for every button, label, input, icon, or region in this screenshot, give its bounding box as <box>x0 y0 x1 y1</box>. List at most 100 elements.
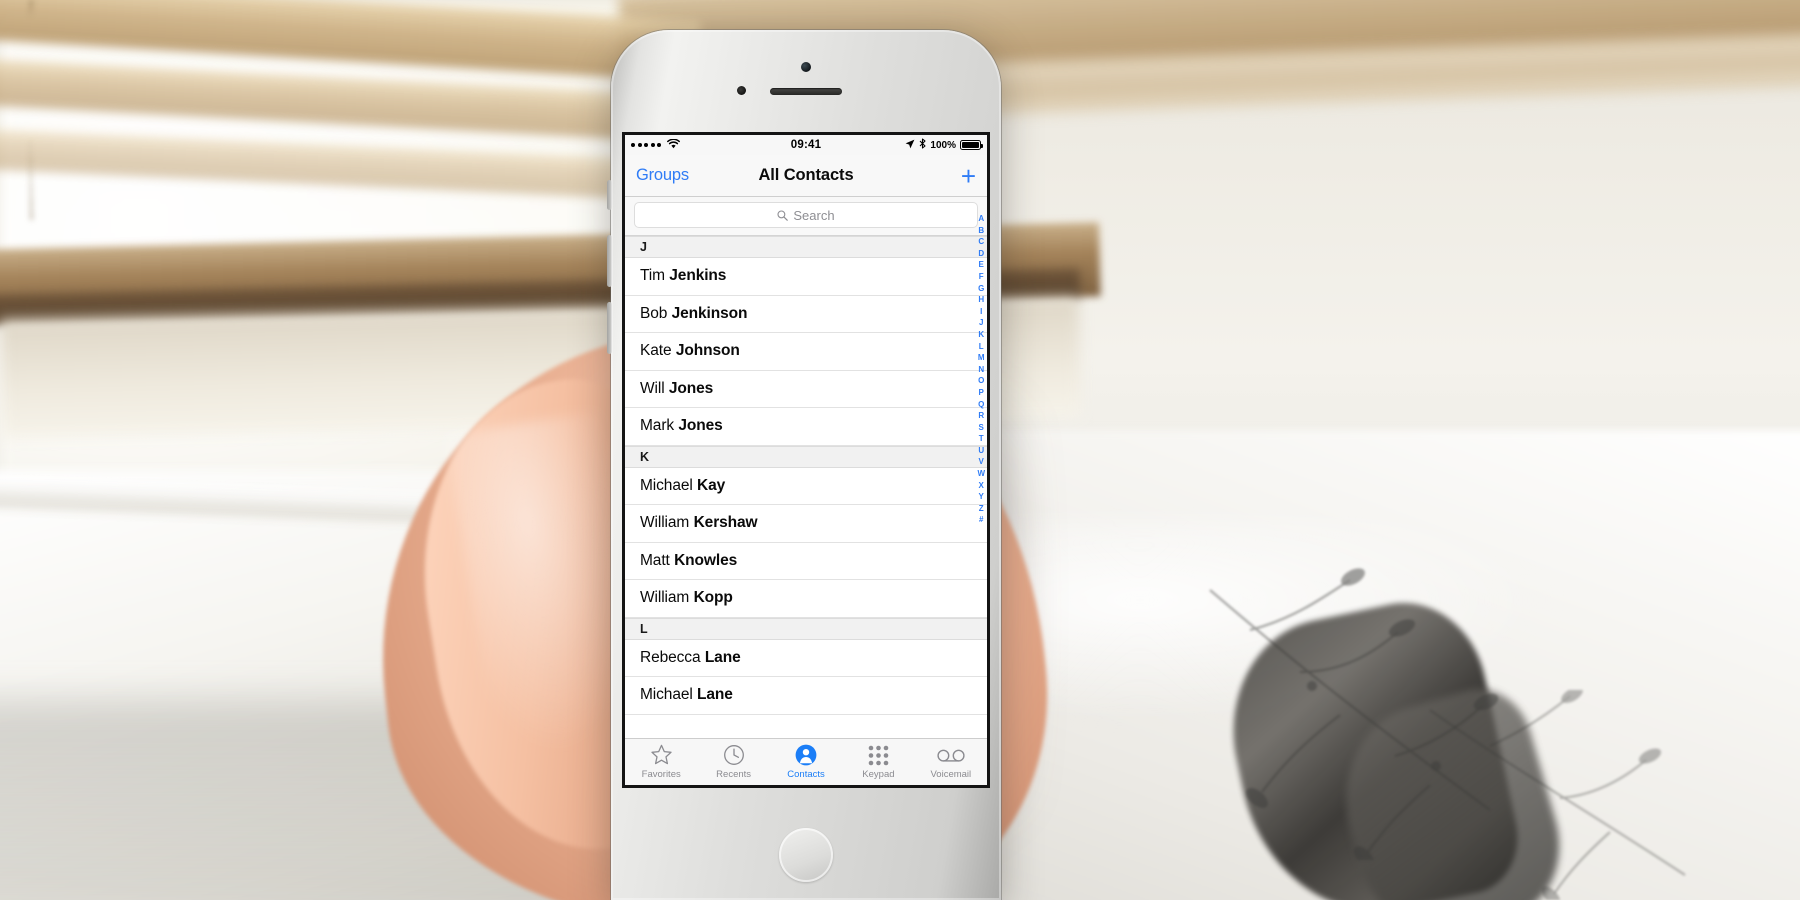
front-camera <box>801 62 811 72</box>
contact-last-name: Jenkins <box>669 267 727 285</box>
tab-label: Contacts <box>787 769 825 780</box>
index-letter[interactable]: W <box>977 468 985 480</box>
home-button[interactable] <box>779 828 833 882</box>
index-letter[interactable]: E <box>979 259 984 271</box>
section-header-label: K <box>640 449 650 464</box>
tab-label: Favorites <box>641 769 681 780</box>
index-letter[interactable]: L <box>979 341 984 353</box>
contact-row[interactable]: Rebecca Lane <box>625 640 987 677</box>
contact-row[interactable]: Matt Knowles <box>625 543 987 580</box>
section-header-label: J <box>640 240 647 254</box>
section-header: L <box>625 617 987 640</box>
tab-label: Voicemail <box>930 769 972 780</box>
index-letter[interactable]: Z <box>979 503 984 515</box>
contact-last-name: Jones <box>668 379 714 397</box>
contacts-list[interactable]: J Tim Jenkins Bob Jenkinson Kate Johnson Will Jo… <box>625 236 987 715</box>
contact-last-name: Kershaw <box>693 514 758 532</box>
index-letter[interactable]: P <box>979 387 984 399</box>
index-letter[interactable]: M <box>978 352 985 364</box>
search-placeholder: Search <box>793 207 835 223</box>
index-letter[interactable]: I <box>980 306 982 318</box>
contact-first-name: Matt <box>640 551 670 569</box>
index-letter[interactable]: Q <box>978 399 984 411</box>
tab-voicemail[interactable]: Voicemail <box>915 743 987 780</box>
index-letter[interactable]: J <box>979 317 983 329</box>
contact-last-name: Kay <box>697 476 726 494</box>
contact-row[interactable]: Mark Jones <box>625 408 987 446</box>
tab-label: Keypad <box>862 769 895 780</box>
index-letter[interactable]: H <box>978 294 984 306</box>
index-letter[interactable]: # <box>979 514 983 526</box>
contact-first-name: William <box>640 514 690 532</box>
contact-last-name: Johnson <box>675 342 740 360</box>
battery-icon <box>960 140 983 150</box>
tab-recents[interactable]: Recents <box>697 743 769 780</box>
index-letter[interactable]: K <box>978 329 984 341</box>
contact-first-name: Will <box>640 379 665 397</box>
contact-row[interactable]: Michael Lane <box>625 677 987 715</box>
index-letter[interactable]: U <box>978 445 984 457</box>
index-letter[interactable]: T <box>979 433 984 445</box>
index-letter[interactable]: R <box>978 410 984 422</box>
location-arrow-icon <box>905 139 915 152</box>
section-header: K <box>625 445 987 468</box>
battery-percent-label: 100% <box>930 139 956 151</box>
tab-label: Recents <box>716 769 752 780</box>
volume-up-button[interactable] <box>607 235 612 287</box>
contact-last-name: Jenkinson <box>671 304 748 322</box>
index-letter[interactable]: A <box>978 213 984 225</box>
tab-contacts[interactable]: Contacts <box>770 743 842 780</box>
keypad-icon <box>867 743 890 767</box>
index-letter[interactable]: O <box>978 375 984 387</box>
section-header-label: L <box>640 621 648 636</box>
contact-row[interactable]: Will Jones <box>625 371 987 408</box>
earpiece-speaker <box>770 88 842 95</box>
alphabet-index-bar[interactable]: A B C D E F G H I J K L M N O P Q R S T U V W X Y Z # <box>977 213 985 526</box>
add-contact-button[interactable]: + <box>961 163 976 189</box>
index-letter[interactable]: F <box>979 271 984 283</box>
iphone-device: 09:41 100% Groups All Contacts + Search … <box>607 30 1001 900</box>
voicemail-icon <box>937 743 965 767</box>
contact-first-name: Mark <box>640 417 675 435</box>
index-letter[interactable]: G <box>978 283 984 295</box>
index-letter[interactable]: V <box>979 456 984 468</box>
star-icon <box>650 743 673 767</box>
contacts-icon <box>795 743 817 767</box>
index-letter[interactable]: N <box>978 364 984 376</box>
contact-first-name: Michael <box>640 476 693 494</box>
contact-row[interactable]: Bob Jenkinson <box>625 296 987 333</box>
search-input[interactable]: Search <box>634 202 978 228</box>
index-letter[interactable]: S <box>979 422 984 434</box>
contact-first-name: Tim <box>640 267 665 285</box>
tab-favorites[interactable]: Favorites <box>625 743 697 780</box>
contact-last-name: Lane <box>697 686 733 704</box>
contact-row[interactable]: Tim Jenkins <box>625 258 987 296</box>
contact-row[interactable]: William Kershaw <box>625 505 987 543</box>
contact-first-name: Rebecca <box>640 648 701 666</box>
contact-row[interactable]: William Kopp <box>625 580 987 618</box>
tab-bar: Favorites Recents Contacts Keypad Voicemail <box>625 738 987 785</box>
contact-row[interactable]: Kate Johnson <box>625 333 987 371</box>
index-letter[interactable]: D <box>978 248 984 260</box>
tab-keypad[interactable]: Keypad <box>842 743 914 780</box>
search-bar-container: Search <box>625 197 987 236</box>
clock-icon <box>723 743 745 767</box>
mute-switch[interactable] <box>607 180 612 210</box>
index-letter[interactable]: X <box>979 480 984 492</box>
section-header: J <box>625 236 987 258</box>
contact-last-name: Lane <box>704 648 741 666</box>
index-letter[interactable]: B <box>978 225 984 237</box>
contact-last-name: Kopp <box>693 589 733 607</box>
status-bar: 09:41 100% <box>625 135 987 155</box>
status-bar-right: 100% <box>905 138 983 152</box>
index-letter[interactable]: Y <box>979 491 984 503</box>
contact-last-name: Knowles <box>674 551 738 569</box>
contact-row[interactable]: Michael Kay <box>625 468 987 505</box>
contact-first-name: Kate <box>640 342 672 360</box>
volume-down-button[interactable] <box>607 302 612 354</box>
floral-branch-print <box>1420 690 1700 900</box>
page-title: All Contacts <box>758 166 854 184</box>
contact-first-name: William <box>640 589 690 607</box>
index-letter[interactable]: C <box>978 236 984 248</box>
bluetooth-icon <box>919 138 926 152</box>
